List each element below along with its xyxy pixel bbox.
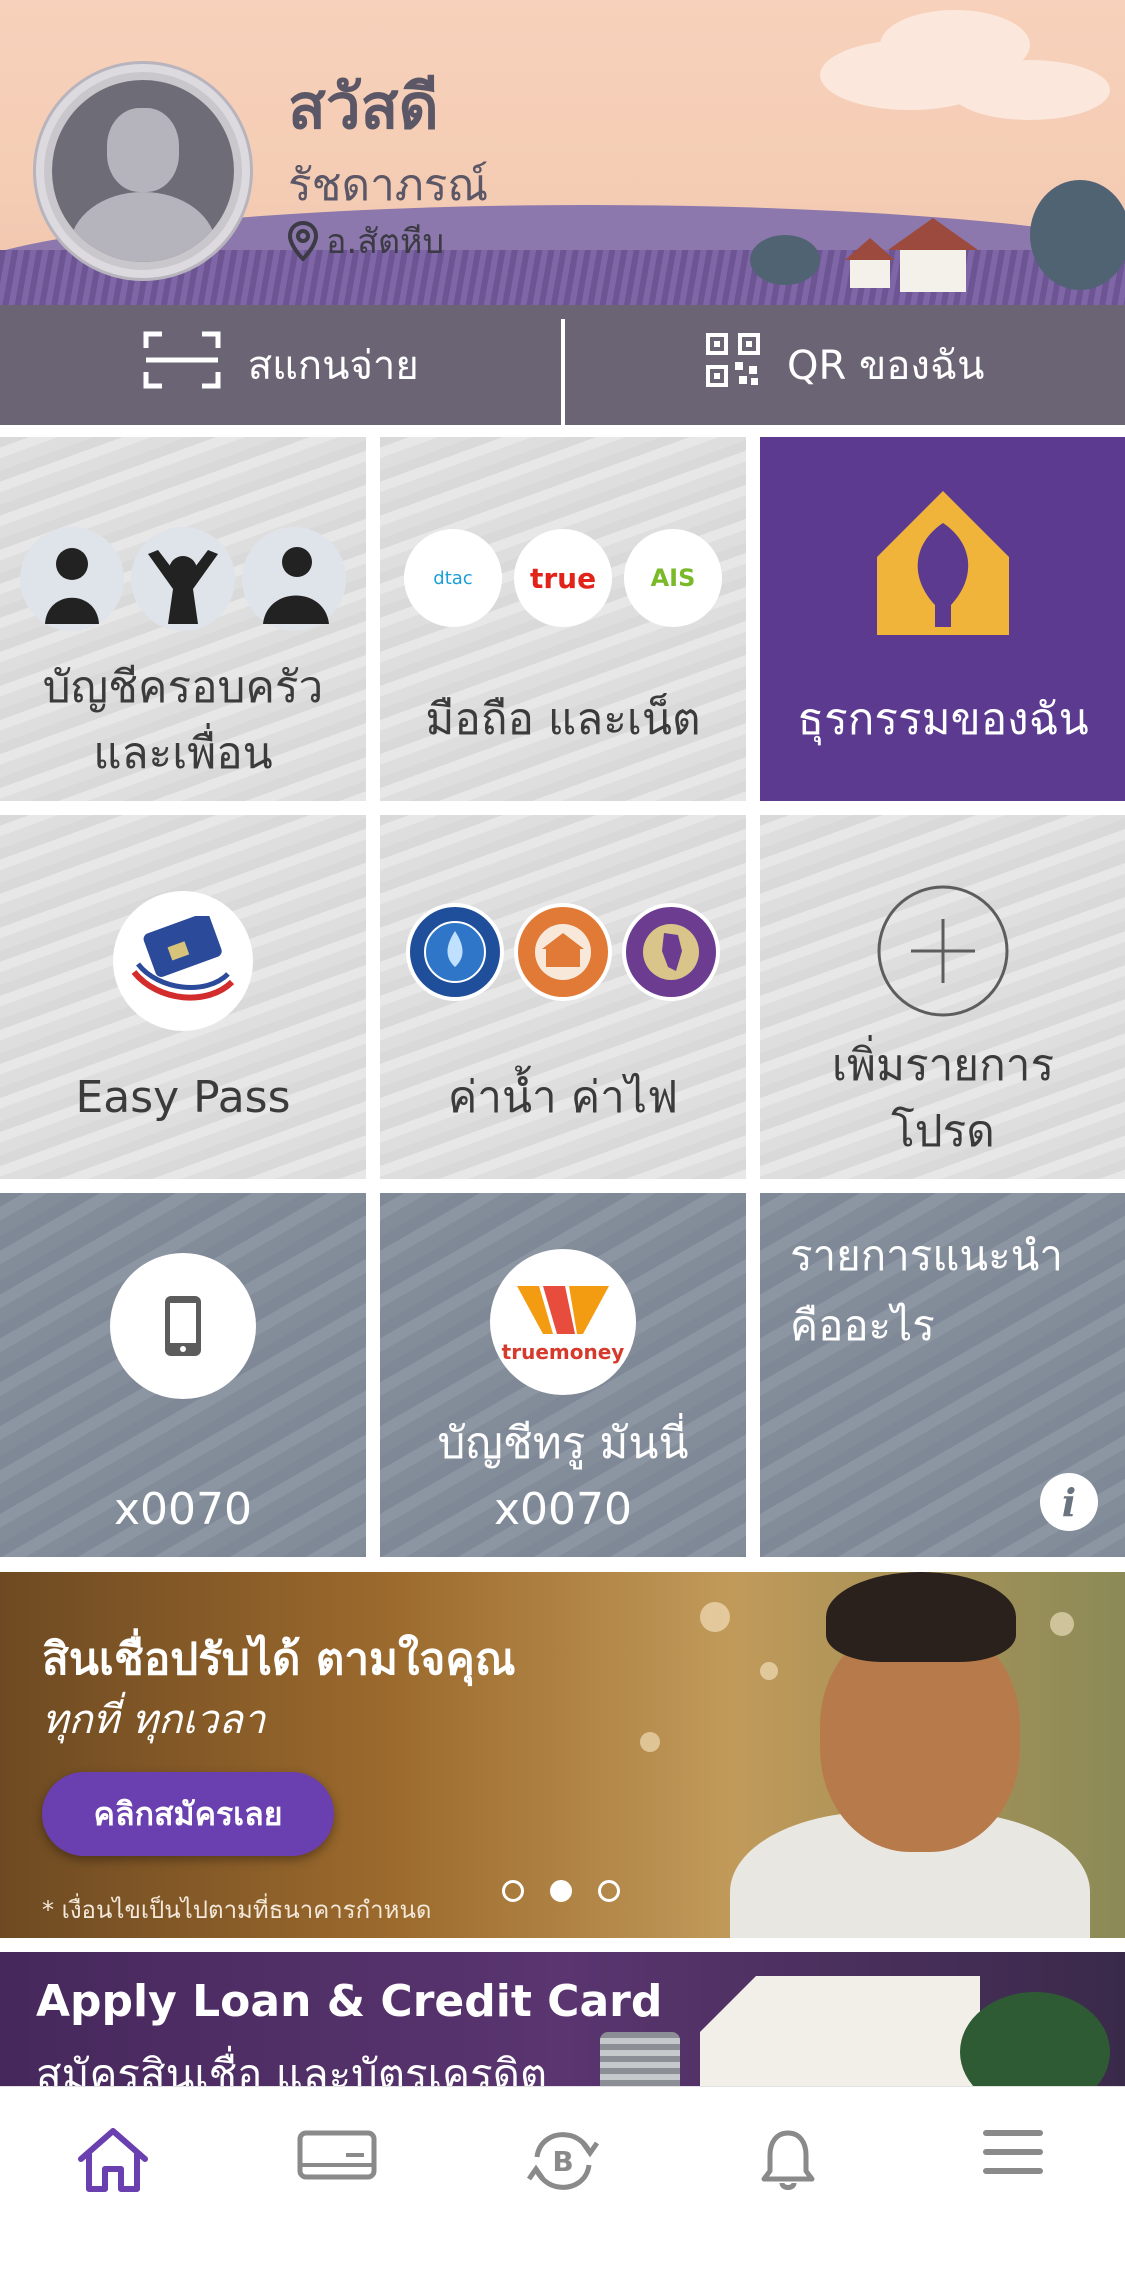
ais-logo-icon: AIS: [624, 529, 722, 627]
ais-logo-text: AIS: [650, 564, 696, 592]
people-photo-icon: [242, 527, 346, 631]
avatar-silhouette-icon: [52, 80, 234, 262]
bokeh-decoration: [700, 1602, 730, 1632]
tile-mobile-label: มือถือ และเน็ต: [425, 694, 701, 745]
provincial-electricity-logo-icon: [622, 903, 720, 1001]
menu-icon: [982, 2127, 1044, 2181]
carousel-dot-1[interactable]: [502, 1880, 524, 1902]
true-logo-icon: true: [514, 529, 612, 627]
location-pin-icon: [287, 220, 319, 262]
tile-family-label-line1: บัญชีครอบครัว: [42, 662, 324, 713]
tile-add-favorite-label-line1: เพิ่มรายการ: [831, 1040, 1055, 1091]
carousel-dot-3[interactable]: [598, 1880, 620, 1902]
tree-decoration: [1030, 180, 1125, 290]
tile-truemoney-account[interactable]: truemoney บัญชีทรู มันนี่ x0070: [380, 1193, 746, 1557]
tile-recommendation-label-line2: คืออะไร: [790, 1301, 935, 1350]
easy-pass-card-icon: [113, 891, 253, 1031]
nav-menu[interactable]: [900, 2087, 1125, 2278]
tile-family-label-line2: และเพื่อน: [93, 728, 273, 779]
scb-logo-icon: [873, 487, 1013, 641]
svg-text:B: B: [552, 2145, 573, 2178]
tile-phone-account-label: x0070: [113, 1484, 252, 1535]
apply-now-button[interactable]: คลิกสมัครเลย: [42, 1772, 334, 1856]
tile-truemoney-label-line2: x0070: [493, 1484, 632, 1535]
plus-circle-icon: [875, 883, 1011, 1023]
carousel-dot-2-active[interactable]: [550, 1880, 572, 1902]
carousel-dots: [502, 1880, 620, 1902]
tile-utilities-label: ค่าน้ำ ค่าไฟ: [447, 1072, 679, 1123]
location-text: อ.สัตหีบ: [326, 222, 445, 262]
house-decoration: [900, 248, 966, 292]
user-location: อ.สัตหีบ: [287, 214, 445, 268]
tree-decoration: [750, 235, 820, 285]
house-model-decoration: [700, 1976, 980, 2086]
my-qr-label: QR ของฉัน: [787, 343, 985, 389]
house-decoration: [850, 258, 890, 288]
mobile-phone-icon: [110, 1253, 256, 1399]
loan-banner-subtitle: สมัครสินเชื่อ และบัตรเครดิต: [36, 2050, 548, 2086]
loan-banner-title: Apply Loan & Credit Card: [36, 1976, 663, 2027]
promo-banner-carousel[interactable]: สินเชื่อปรับได้ ตามใจคุณ ทุกที่ ทุกเวลา …: [0, 1572, 1125, 1938]
roof-decoration: [888, 218, 978, 250]
user-name: รัชดาภรณ์: [288, 160, 489, 211]
promo-disclaimer: * เงื่อนไขเป็นไปตามที่ธนาคารกำหนด: [42, 1896, 432, 1924]
true-logo-text: true: [529, 561, 597, 595]
nav-home[interactable]: [0, 2087, 225, 2278]
scan-pay-label: สแกนจ่าย: [247, 343, 419, 389]
bokeh-decoration: [1050, 1612, 1074, 1636]
tile-easy-pass[interactable]: Easy Pass: [0, 815, 366, 1179]
tile-mobile-internet[interactable]: dtac true AIS มือถือ และเน็ต: [380, 437, 746, 801]
scan-frame-icon: [142, 330, 222, 400]
coin-stack-decoration: [600, 2032, 680, 2086]
bitcoin-exchange-icon: B: [523, 2127, 603, 2199]
tile-add-favorite-label-line2: โปรด: [891, 1106, 995, 1157]
info-icon[interactable]: i: [1040, 1473, 1098, 1531]
tile-truemoney-label-line1: บัญชีทรู มันนี่: [437, 1418, 689, 1469]
tile-phone-account[interactable]: x0070: [0, 1193, 366, 1557]
profile-header: สวัสดี รัชดาภรณ์ อ.สัตหีบ: [0, 0, 1125, 305]
tile-recommendation-label: รายการแนะนำ คืออะไร: [790, 1221, 1063, 1361]
qr-code-icon: [705, 332, 761, 398]
card-icon: [296, 2127, 380, 2187]
bokeh-decoration: [760, 1662, 778, 1680]
cloud-decoration: [950, 60, 1110, 120]
plant-decoration: [960, 1992, 1110, 2086]
home-icon: [75, 2127, 151, 2197]
tile-water-electric[interactable]: ค่าน้ำ ค่าไฟ: [380, 815, 746, 1179]
scan-pay-button[interactable]: สแกนจ่าย: [0, 305, 561, 425]
dtac-logo-icon: dtac: [404, 529, 502, 627]
bokeh-decoration: [640, 1732, 660, 1752]
friends-photo-icon: [131, 527, 235, 631]
promo-title: สินเชื่อปรับได้ ตามใจคุณ: [42, 1634, 516, 1685]
loan-credit-banner[interactable]: Apply Loan & Credit Card สมัครสินเชื่อ แ…: [0, 1952, 1125, 2086]
family-photo-icon: [20, 527, 124, 631]
nav-exchange[interactable]: B: [450, 2087, 675, 2278]
promo-subtitle: ทุกที่ ทุกเวลา: [42, 1697, 266, 1743]
dtac-logo-text: dtac: [433, 567, 473, 589]
my-qr-button[interactable]: QR ของฉัน: [565, 305, 1125, 425]
tile-easy-pass-label: Easy Pass: [75, 1072, 291, 1123]
nav-notifications[interactable]: [675, 2087, 900, 2278]
nav-cards[interactable]: [225, 2087, 450, 2278]
tile-recommendation-info[interactable]: รายการแนะนำ คืออะไร i: [760, 1193, 1125, 1557]
tile-my-transactions[interactable]: ธุรกรรมของฉัน: [760, 437, 1125, 801]
waterworks-logo-icon: [406, 903, 504, 1001]
tile-add-favorite[interactable]: เพิ่มรายการ โปรด: [760, 815, 1125, 1179]
tile-family-accounts[interactable]: บัญชีครอบครัว และเพื่อน: [0, 437, 366, 801]
avatar[interactable]: [36, 64, 250, 278]
truemoney-logo-text: truemoney: [501, 1340, 625, 1364]
electricity-authority-logo-icon: [514, 903, 612, 1001]
bell-icon: [760, 2127, 816, 2197]
greeting-text: สวัสดี: [288, 70, 439, 143]
tile-recommendation-label-line1: รายการแนะนำ: [790, 1231, 1063, 1280]
tile-transactions-label: ธุรกรรมของฉัน: [797, 694, 1089, 745]
bottom-navigation: B: [0, 2086, 1125, 2278]
promo-child-hair: [826, 1572, 1016, 1662]
truemoney-logo-icon: truemoney: [490, 1249, 636, 1395]
quick-action-bar: สแกนจ่าย QR ของฉัน: [0, 305, 1125, 425]
